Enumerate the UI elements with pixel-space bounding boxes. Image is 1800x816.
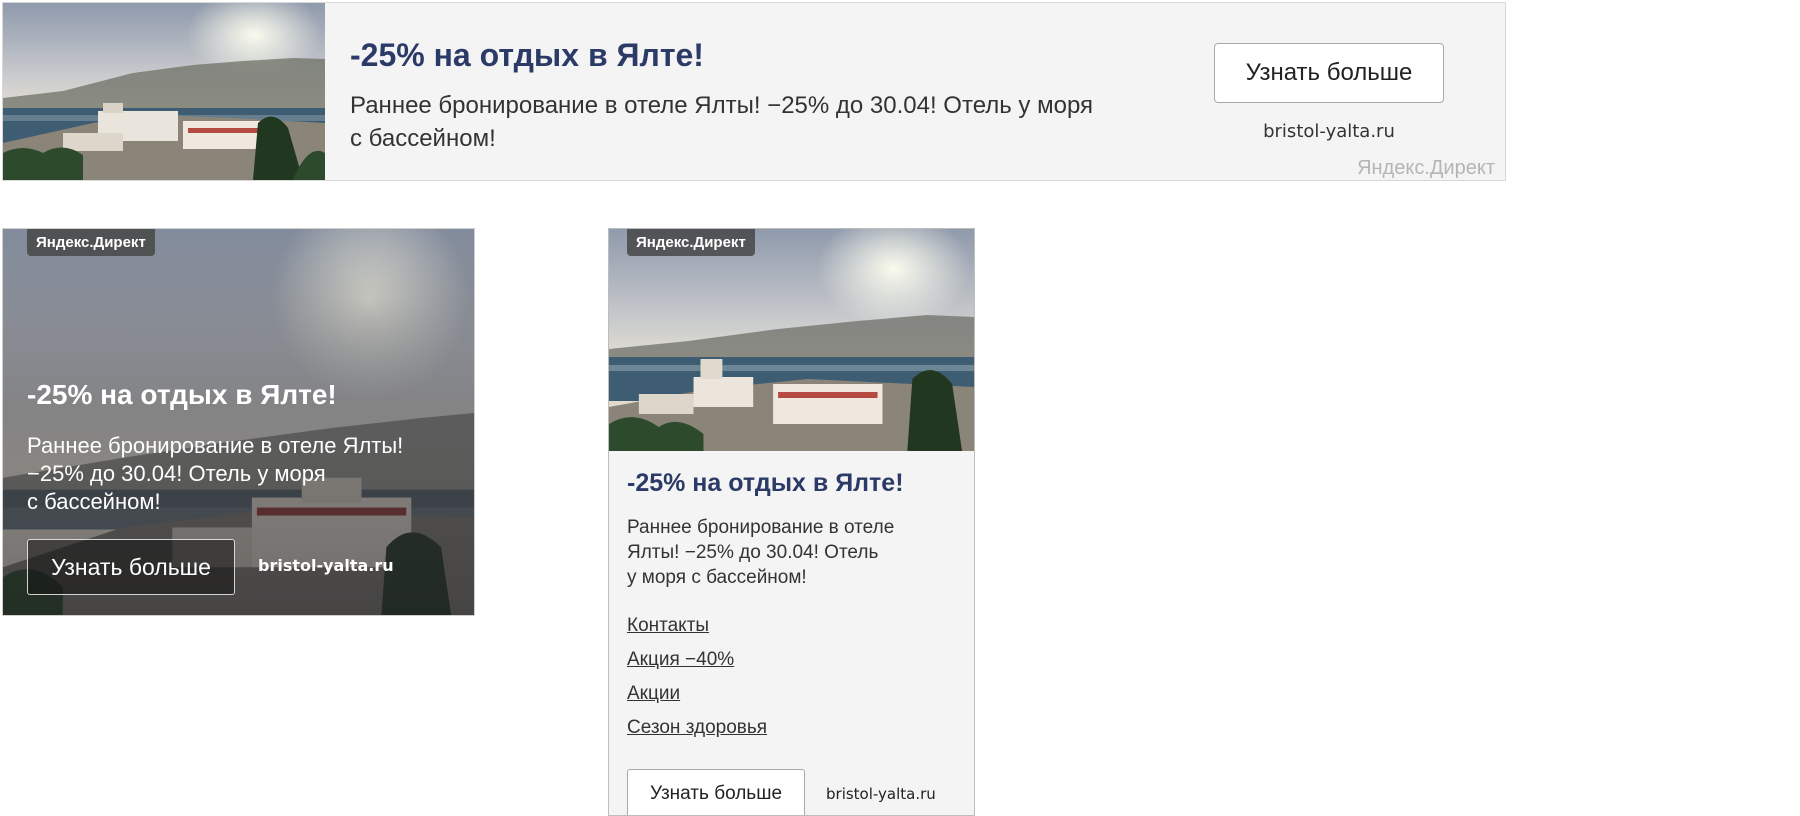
ad-description-line: −25% до 30.04! Отель у моря [27, 461, 326, 486]
learn-more-button[interactable]: Узнать больше [627, 769, 805, 815]
learn-more-button[interactable]: Узнать больше [1214, 43, 1444, 103]
hotel-photo[interactable] [609, 229, 974, 451]
ad-description: Раннее бронирование в отеле Ялты! −25% д… [350, 89, 1190, 155]
ad-banner-overlay[interactable]: Яндекс.Директ -25% на отдых в Ялте! Ранн… [2, 228, 475, 616]
sitelink-health-season[interactable]: Сезон здоровья [627, 711, 767, 745]
yandex-direct-badge[interactable]: Яндекс.Директ [27, 229, 155, 256]
ad-title[interactable]: -25% на отдых в Ялте! [27, 379, 337, 411]
ad-description: Раннее бронирование в отеле Ялты! −25% д… [627, 515, 947, 590]
sitelink-promo-40[interactable]: Акция −40% [627, 643, 767, 677]
ad-banner-wide[interactable]: -25% на отдых в Ялте! Раннее бронировани… [2, 2, 1506, 181]
sitelink-contacts[interactable]: Контакты [627, 609, 767, 643]
ad-title[interactable]: -25% на отдых в Ялте! [350, 37, 704, 74]
ad-description-line: Раннее бронирование в отеле Ялты! [27, 433, 404, 458]
ad-domain[interactable]: bristol-yalta.ru [826, 785, 936, 803]
sitelinks: Контакты Акция −40% Акции Сезон здоровья [627, 609, 767, 745]
ad-description-line: Раннее бронирование в отеле Ялты! −25% д… [350, 92, 1094, 119]
ad-domain[interactable]: bristol-yalta.ru [258, 556, 394, 575]
ad-banner-vertical[interactable]: Яндекс.Директ -25% на отдых в Ялте! Ранн… [608, 228, 975, 816]
hotel-photo[interactable] [3, 3, 325, 180]
ad-description-line: Ялты! −25% до 30.04! Отель [627, 542, 879, 563]
ad-description-line: у моря с бассейном! [627, 567, 807, 588]
sitelink-promotions[interactable]: Акции [627, 677, 767, 711]
ad-description-line: Раннее бронирование в отеле [627, 517, 895, 538]
yandex-direct-badge[interactable]: Яндекс.Директ [627, 229, 755, 256]
ad-domain[interactable]: bristol-yalta.ru [1214, 121, 1444, 142]
yandex-direct-label[interactable]: Яндекс.Директ [1357, 157, 1495, 180]
ad-title[interactable]: -25% на отдых в Ялте! [627, 469, 904, 498]
ad-description-line: с бассейном! [350, 125, 496, 152]
ad-description: Раннее бронирование в отеле Ялты! −25% д… [27, 432, 457, 516]
ad-description-line: с бассейном! [27, 489, 161, 514]
learn-more-button[interactable]: Узнать больше [27, 539, 235, 595]
